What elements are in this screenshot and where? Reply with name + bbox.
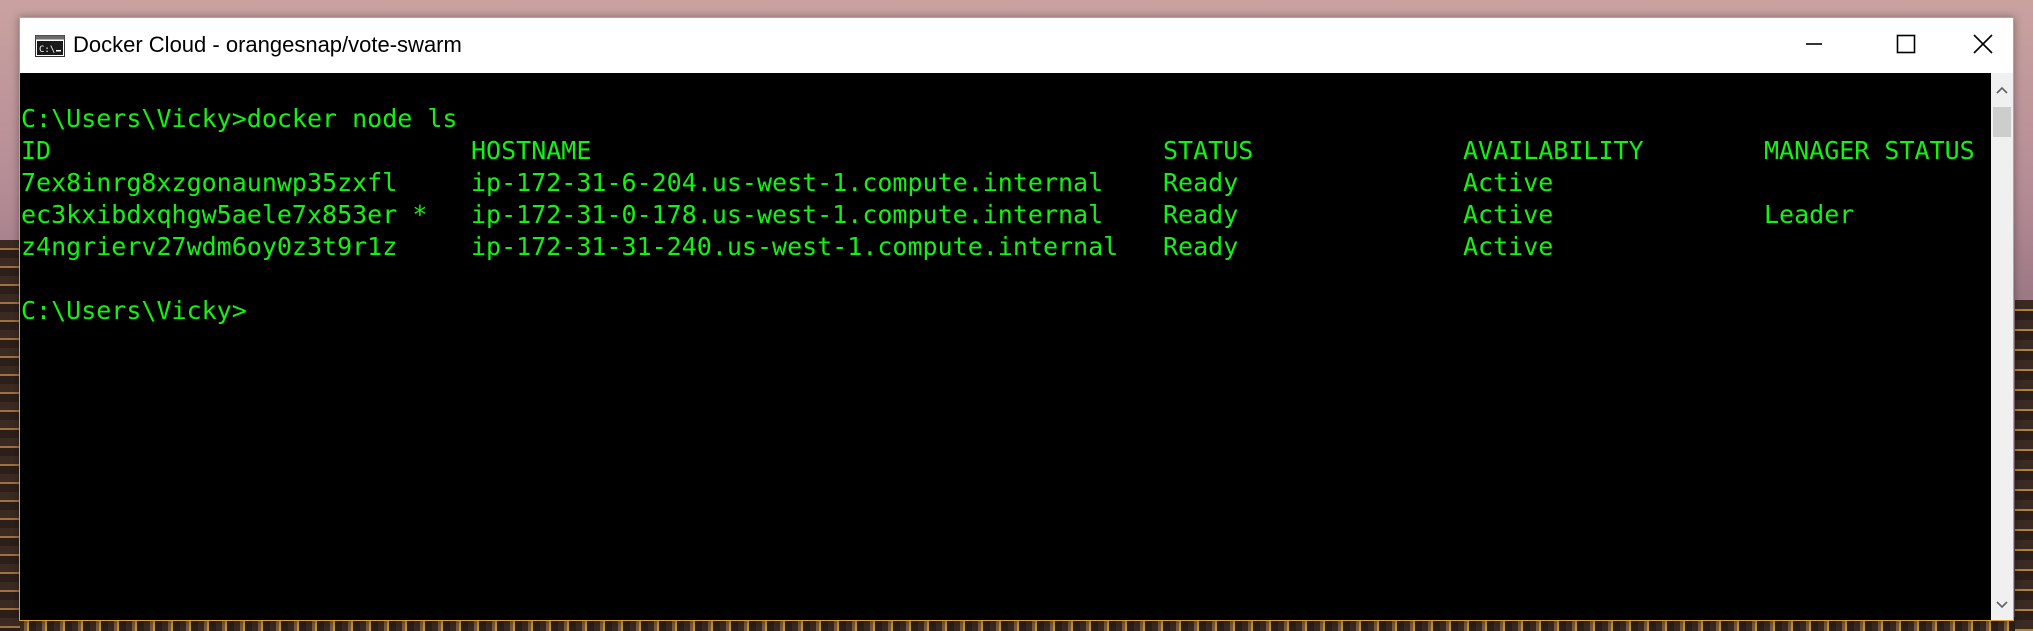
chevron-down-icon <box>1995 595 2009 614</box>
scroll-up-button[interactable] <box>1991 73 2013 105</box>
table-row: z4ngrierv27wdm6oy0z3t9r1z ip-172-31-31-24… <box>21 231 1975 263</box>
node-availability: Active <box>1463 232 1554 261</box>
node-hostname: ip-172-31-31-240.us-west-1.compute.inter… <box>471 232 1119 261</box>
node-id: 7ex8inrg8xzgonaunwp35zxfl <box>21 168 398 197</box>
header-manager-status: MANAGER STATUS <box>1764 136 1975 165</box>
console-output[interactable]: C:\Users\Vicky>docker node ls ID HOSTNAME S… <box>20 73 1991 620</box>
window-title: Docker Cloud - orangesnap/vote-swarm <box>73 32 462 57</box>
console-icon[interactable]: C:\ <box>35 35 65 57</box>
node-status: Ready <box>1163 200 1239 229</box>
node-id: ec3kxibdxqhgw5aele7x853er * <box>21 200 428 229</box>
node-availability: Active <box>1463 168 1554 197</box>
node-status: Ready <box>1163 168 1239 197</box>
node-id: z4ngrierv27wdm6oy0z3t9r1z <box>21 232 398 261</box>
node-status: Ready <box>1163 232 1239 261</box>
maximize-icon <box>1896 34 1916 58</box>
header-status: STATUS <box>1163 136 1254 165</box>
title-bar[interactable]: C:\ Docker Cloud - orangesnap/vote-swarm <box>20 18 2013 73</box>
table-row: ec3kxibdxqhgw5aele7x853er * ip-172-31-0-1… <box>21 199 1975 231</box>
node-manager-status: Leader <box>1764 200 1855 229</box>
command-line: C:\Users\Vicky>docker node ls <box>21 104 458 133</box>
table-row: 7ex8inrg8xzgonaunwp35zxfl ip-172-31-6-204… <box>21 167 1975 199</box>
header-id: ID <box>21 136 52 165</box>
maximize-button[interactable] <box>1860 18 1952 73</box>
table-header: ID HOSTNAME STATUS AVAILABILITY MANAGER STAT… <box>21 135 1975 167</box>
scroll-down-button[interactable] <box>1991 588 2013 620</box>
minimize-button[interactable] <box>1768 18 1860 73</box>
header-availability: AVAILABILITY <box>1463 136 1644 165</box>
chevron-up-icon <box>1995 80 2009 99</box>
header-hostname: HOSTNAME <box>471 136 592 165</box>
close-icon <box>1972 33 1994 59</box>
node-hostname: ip-172-31-6-204.us-west-1.compute.intern… <box>471 168 1104 197</box>
node-hostname: ip-172-31-0-178.us-west-1.compute.intern… <box>471 200 1104 229</box>
desktop-background-left <box>0 240 20 631</box>
console-text: C:\Users\Vicky>docker node ls ID HOSTNAME S… <box>21 103 1975 327</box>
desktop-background-right <box>2015 300 2033 631</box>
minimize-icon <box>1804 34 1824 58</box>
node-availability: Active <box>1463 200 1554 229</box>
prompt-line: C:\Users\Vicky> <box>21 296 247 325</box>
svg-text:C:\: C:\ <box>39 45 55 55</box>
console-window: C:\ Docker Cloud - orangesnap/vote-swarm <box>19 17 2014 621</box>
scroll-thumb[interactable] <box>1993 107 2011 137</box>
vertical-scrollbar[interactable] <box>1991 73 2013 620</box>
close-button[interactable] <box>1952 18 2013 73</box>
